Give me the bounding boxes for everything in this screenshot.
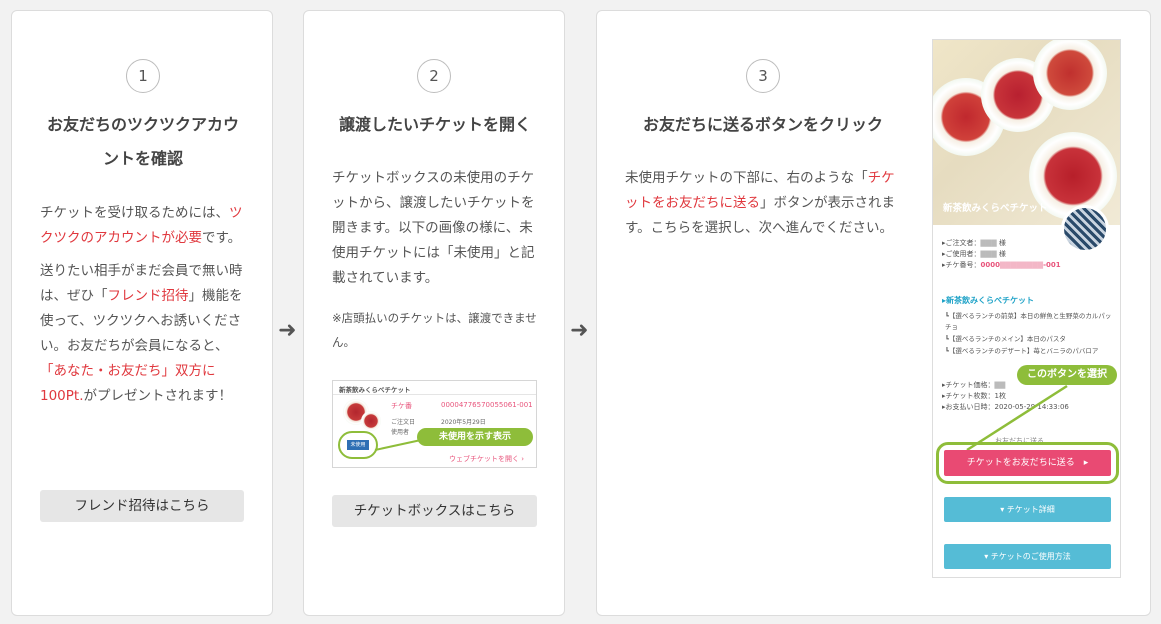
ticket-usage-button[interactable]: ▾ チケットのご使用方法 xyxy=(944,544,1111,569)
send-to-friend-button[interactable]: チケットをお友だちに送る ▸ xyxy=(944,450,1111,476)
shop-avatar xyxy=(1061,205,1109,253)
step-description: 未使用チケットの下部に、右のような「チケットをお友だちに送る」ボタンが表示されま… xyxy=(625,170,895,236)
step-number: 2 xyxy=(417,59,451,93)
unused-tag: 未使用を示す表示 xyxy=(417,428,533,446)
ticket-number: 00004776570055061-001 xyxy=(441,401,533,409)
friend-invite-button[interactable]: フレンド招待はこちら xyxy=(40,490,244,522)
arrow-right-icon: ➜ xyxy=(570,318,589,343)
step-note: ※店頭払いのチケットは、譲渡できません。 xyxy=(332,311,537,349)
unused-ticket-image: 新茶飲みくらべチケット チケ番 00004776570055061-001 ご注… xyxy=(332,380,537,468)
open-web-ticket-link: ウェブチケットを開く › xyxy=(448,455,524,463)
ticket-section-title: ▸新茶飲みくらべチケット xyxy=(942,296,1035,305)
phone-screenshot: 新茶飲みくらべチケット ▸ご注文者：▇▇▇ 様 ▸ご使用者：▇▇▇ 様 ▸チケ番… xyxy=(932,39,1121,578)
ticket-box-button[interactable]: チケットボックスはこちら xyxy=(332,495,537,527)
ticket-detail-button[interactable]: ▾ チケット詳細 xyxy=(944,497,1111,522)
step-card-1: 1 お友だちのツクツクアカウ ントを確認 チケットを受け取るためには、ツクツクの… xyxy=(11,10,273,616)
arrow-right-icon: ➜ xyxy=(278,318,297,343)
step-card-2: 2 譲渡したいチケットを開く チケットボックスの未使用のチケットから、譲渡したい… xyxy=(303,10,565,616)
step-description: チケットを受け取るためには、ツクツクのアカウントが必要です。 送りたい相手がまだ… xyxy=(40,205,243,404)
step-card-3: 3 お友だちに送るボタンをクリック 未使用チケットの下部に、右のような「チケット… xyxy=(596,10,1151,616)
ticket-label: チケ番 xyxy=(391,402,412,410)
tea-photo: 新茶飲みくらべチケット xyxy=(933,40,1120,225)
step-title: お友だちのツクツクアカウ ントを確認 xyxy=(46,115,239,168)
step-number: 1 xyxy=(126,59,160,93)
ticket-head: 新茶飲みくらべチケット xyxy=(339,386,411,394)
ticket-title: 新茶飲みくらべチケット xyxy=(943,203,1048,214)
step-title: 譲渡したいチケットを開く xyxy=(338,115,531,134)
pointer-line xyxy=(374,439,422,451)
step-description: チケットボックスの未使用のチケットから、譲渡したいチケットを開きます。以下の画像… xyxy=(332,170,535,286)
select-button-tag: このボタンを選択 xyxy=(1017,365,1117,385)
step-number: 3 xyxy=(746,59,780,93)
step-title: お友だちに送るボタンをクリック xyxy=(642,115,883,134)
